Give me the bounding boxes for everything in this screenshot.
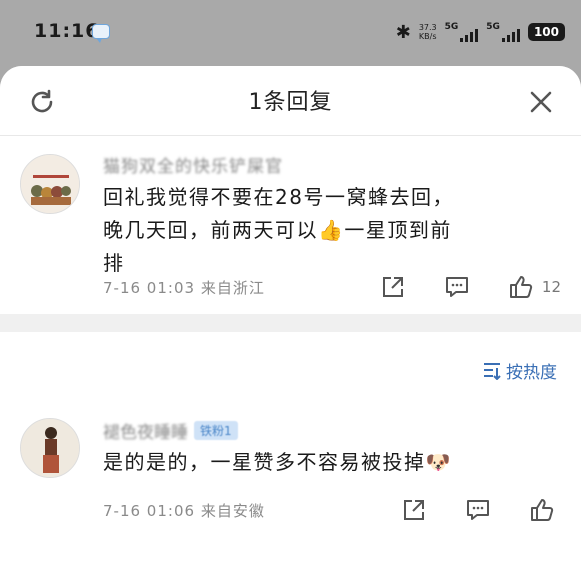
comment-username[interactable]: 猫狗双全的快乐铲屎官 [103,152,283,177]
reply-meta: 7-16 01:06 来自安徽 [103,500,265,521]
signal-bar-icon [460,38,464,42]
comment-time: 7-16 01:03 [103,279,196,297]
share-icon [404,500,424,520]
thumbs-up-icon [509,276,533,298]
like-count: 12 [541,278,561,296]
sort-icon [484,362,501,380]
signal-2: 5G [486,22,520,42]
share-button[interactable] [401,497,427,523]
signal-bar-icon [516,29,520,42]
status-time: 11:16 [34,20,100,42]
share-icon [382,277,403,297]
comment-actions: 12 [380,274,561,300]
sheet-header: 1条回复 [0,66,581,136]
thumbs-up-emoji: 👍 [318,218,345,242]
main-comment: 猫狗双全的快乐铲屎官 回礼我觉得不要在28号一窝蜂去回，晚几天回，前两天可以👍一… [0,136,581,314]
sheet-title: 1条回复 [248,90,333,115]
share-button[interactable] [380,274,406,300]
username-text: 褪色夜睡睡 [103,423,188,443]
reply-section: 按热度 褪色夜睡睡 铁粉1 是的是的，一星赞多不容易被投掉🐶 7-16 01:0… [0,332,581,569]
signal-bar-icon [475,29,479,42]
close-icon [530,91,552,113]
status-bar: 11:16 ✱ 37.3 KB/s 5G 5G 100 [0,0,581,66]
reply-time: 7-16 01:06 [103,502,196,520]
dog-emoji: 🐶 [425,450,452,474]
comment-location: 来自浙江 [200,279,265,297]
thumbs-up-icon [531,499,554,521]
status-right: ✱ 37.3 KB/s 5G 5G 100 [396,20,565,44]
network-type-1: 5G [444,22,459,32]
reply-actions [401,497,555,523]
comment-icon [445,277,468,297]
reply-text: 是的是的，一星赞多不容易被投掉🐶 [103,446,452,475]
like-button[interactable] [508,274,534,300]
signal-bar-icon [470,32,474,42]
reply-location: 来自安徽 [200,502,265,520]
battery-icon: 100 [527,23,565,41]
signal-bar-icon [501,38,505,42]
signal-1: 5G [445,22,479,42]
sort-label: 按热度 [506,363,557,383]
speed-value: 37.3 [418,23,437,32]
reply-sheet: 1条回复 猫狗双全的快乐铲屎官 回礼我觉得不要在28号一窝蜂去回，晚几天回，前两… [0,66,581,569]
bluetooth-icon: ✱ [395,21,411,43]
chat-notification-icon [92,24,110,43]
speed-unit: KB/s [418,32,437,41]
comment-meta: 7-16 01:03 来自浙江 [103,277,265,298]
avatar-image [21,419,79,477]
signal-bar-icon [465,35,469,42]
avatar[interactable] [20,418,80,478]
close-button[interactable] [527,88,555,116]
avatar-image [21,155,79,213]
reply-button[interactable] [444,274,470,300]
comment-icon [467,500,489,520]
reply-username[interactable]: 褪色夜睡睡 铁粉1 [103,418,238,443]
fan-badge: 铁粉1 [194,421,238,440]
avatar[interactable] [20,154,80,214]
signal-bar-icon [506,35,510,42]
reply-text-body: 是的是的，一星赞多不容易被投掉 [103,450,426,474]
signal-bar-icon [511,32,515,42]
network-speed: 37.3 KB/s [419,23,437,41]
username-text: 猫狗双全的快乐铲屎官 [103,157,283,177]
comment-text: 回礼我觉得不要在28号一窝蜂去回，晚几天回，前两天可以👍一星顶到前排 [103,181,463,280]
like-button[interactable] [529,497,555,523]
network-type-2: 5G [486,22,500,32]
reply-button[interactable] [465,497,491,523]
sort-by-hot-button[interactable]: 按热度 [482,358,557,383]
